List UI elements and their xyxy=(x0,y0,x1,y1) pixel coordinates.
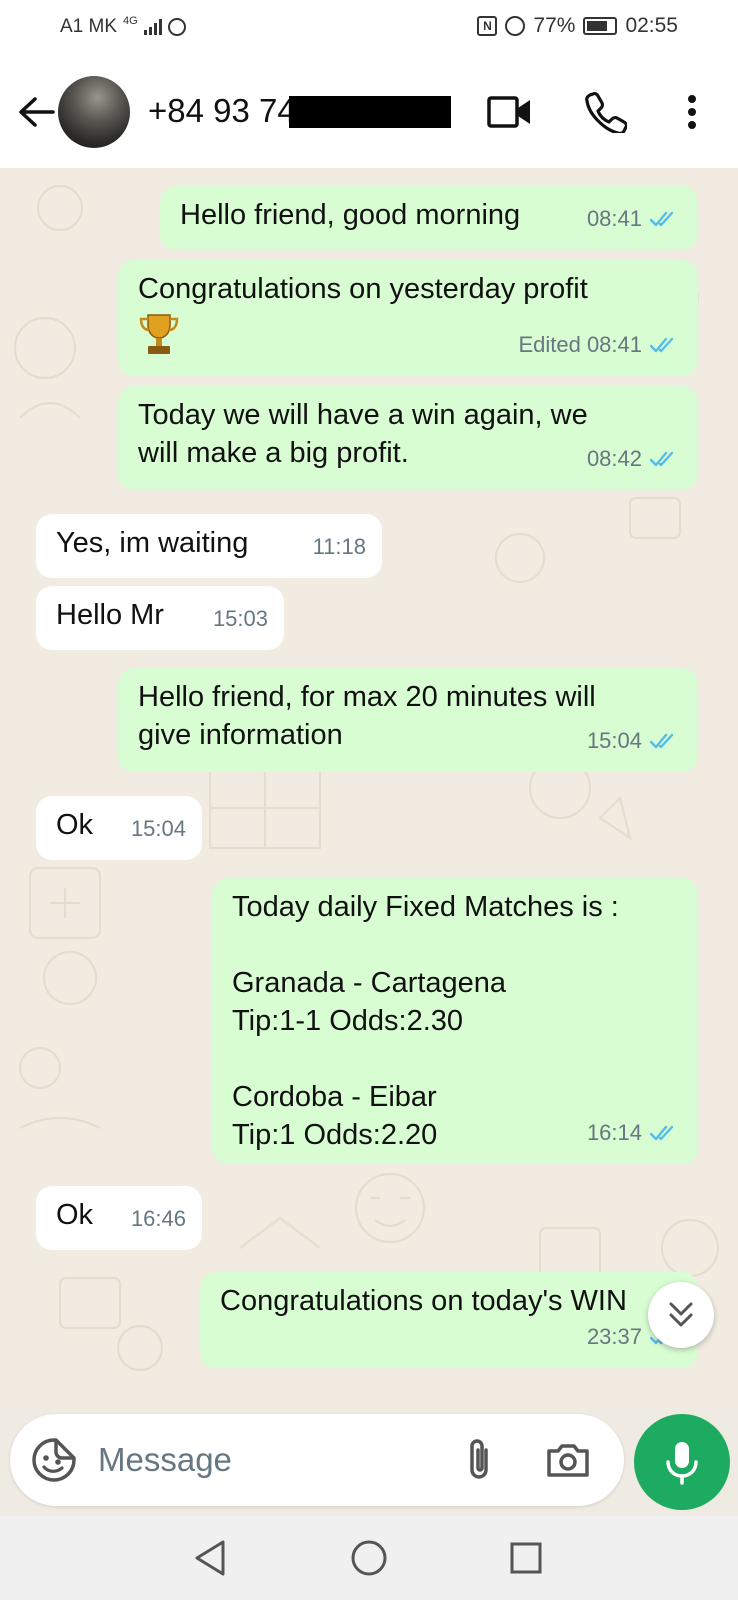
camera-button[interactable] xyxy=(544,1436,592,1484)
status-left: A1 MK 4G xyxy=(60,15,186,38)
message-bubble[interactable]: Hello Mr 15:03 xyxy=(36,586,284,650)
back-button[interactable] xyxy=(14,84,58,140)
message-meta: 11:18 xyxy=(313,528,366,566)
square-recents-icon xyxy=(510,1542,542,1574)
voice-message-button[interactable] xyxy=(634,1414,730,1510)
message-meta: 08:41 xyxy=(587,200,680,238)
arrow-left-icon xyxy=(19,97,55,127)
triangle-back-icon xyxy=(195,1540,225,1576)
message-bubble[interactable]: Ok 16:46 xyxy=(36,1186,202,1250)
paperclip-icon xyxy=(470,1439,488,1479)
battery-percent: 77% xyxy=(533,14,576,37)
nav-recents-button[interactable] xyxy=(504,1536,548,1580)
message-time: 15:04 xyxy=(130,816,186,841)
sticker-icon xyxy=(32,1438,76,1482)
status-right: N 77% 02:55 xyxy=(477,14,678,38)
message-bubble[interactable]: Hello friend, for max 20 minutes will gi… xyxy=(118,668,698,772)
message-meta: 15:04 xyxy=(131,810,186,848)
message-time: 23:37 xyxy=(586,1324,642,1349)
message-time: 08:42 xyxy=(586,446,642,471)
message-bubble[interactable]: Ok 15:04 xyxy=(36,796,202,860)
trophy-icon xyxy=(139,314,179,354)
message-time: 15:04 xyxy=(586,728,642,753)
video-camera-icon xyxy=(487,96,530,128)
message-time: 08:41 xyxy=(586,206,642,231)
message-bubble[interactable]: Today daily Fixed Matches is : Granada -… xyxy=(212,878,698,1164)
system-navigation-bar xyxy=(0,1516,738,1600)
message-meta: 15:03 xyxy=(213,600,268,638)
message-bubble[interactable]: Today we will have a win again, we will … xyxy=(118,386,698,490)
message-composer xyxy=(10,1414,624,1506)
message-text: Congratulations on yesterday profit xyxy=(138,273,588,305)
messenger-notification-icon xyxy=(167,18,186,36)
alarm-icon xyxy=(505,16,526,36)
phone-icon xyxy=(585,92,627,133)
nav-back-button[interactable] xyxy=(188,1536,232,1580)
attach-button[interactable] xyxy=(458,1436,502,1484)
clock: 02:55 xyxy=(625,14,678,37)
nav-home-button[interactable] xyxy=(347,1536,391,1580)
more-options-button[interactable] xyxy=(666,86,718,138)
message-bubble[interactable]: Congratulations on today's WIN 23:37 xyxy=(200,1272,698,1368)
message-bubble[interactable]: Yes, im waiting 11:18 xyxy=(36,514,382,578)
message-meta: 15:04 xyxy=(587,722,680,760)
camera-icon xyxy=(547,1444,589,1477)
microphone-icon xyxy=(666,1442,698,1485)
message-meta: 16:14 xyxy=(587,1114,680,1152)
message-meta: 08:42 xyxy=(587,440,680,478)
double-check-icon xyxy=(650,451,674,467)
double-check-icon xyxy=(650,337,674,353)
network-type-label: 4G xyxy=(123,15,138,27)
double-chevron-down-icon xyxy=(669,1302,693,1327)
more-vertical-icon xyxy=(688,95,696,129)
scroll-to-bottom-button[interactable] xyxy=(648,1282,714,1348)
avatar[interactable] xyxy=(58,76,130,148)
voice-call-button[interactable] xyxy=(580,86,632,138)
circle-home-icon xyxy=(351,1540,387,1576)
double-check-icon xyxy=(650,211,674,227)
video-call-button[interactable] xyxy=(484,86,536,138)
double-check-icon xyxy=(650,733,674,749)
message-bubble[interactable]: Hello friend, good morning 08:41 xyxy=(160,186,698,250)
message-time: 16:46 xyxy=(130,1206,186,1231)
chat-area[interactable]: Hello friend, good morning 08:41 Congrat… xyxy=(0,168,738,1408)
battery-icon xyxy=(583,17,618,35)
message-time: 16:14 xyxy=(586,1120,642,1145)
message-input[interactable] xyxy=(98,1432,428,1488)
message-time: 15:03 xyxy=(212,606,268,631)
nfc-icon: N xyxy=(477,16,498,36)
message-meta: 16:46 xyxy=(131,1200,186,1238)
signal-icon xyxy=(143,19,162,35)
message-text: Congratulations on today's WIN xyxy=(220,1285,627,1317)
message-time: Edited 08:41 xyxy=(518,332,642,357)
message-time: 11:18 xyxy=(312,534,366,559)
carrier-label: A1 MK xyxy=(60,16,118,37)
message-meta: Edited 08:41 xyxy=(518,326,680,364)
contact-name[interactable]: +84 93 74 xyxy=(148,92,296,130)
sticker-button[interactable] xyxy=(30,1436,78,1484)
double-check-icon xyxy=(650,1125,674,1141)
status-bar: A1 MK 4G N 77% 02:55 xyxy=(0,0,738,56)
redaction-bar xyxy=(289,96,451,128)
chat-header: +84 93 74 xyxy=(0,56,738,168)
message-bubble[interactable]: Congratulations on yesterday profit Edit… xyxy=(118,260,698,376)
